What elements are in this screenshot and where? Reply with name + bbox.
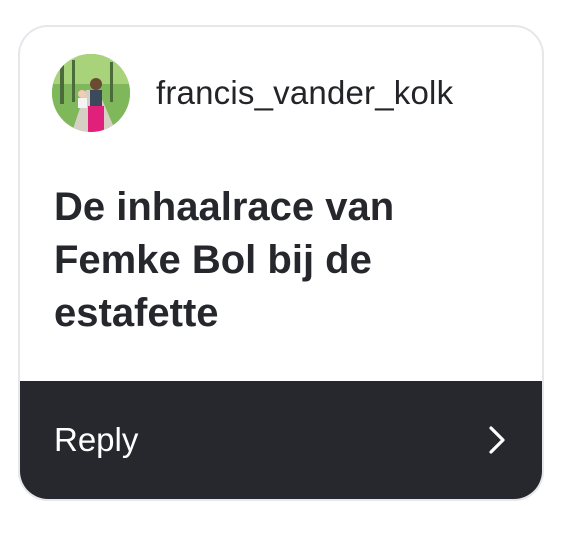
message-text: De inhaalrace van Femke Bol bij de estaf… — [54, 185, 395, 335]
reply-label: Reply — [54, 421, 139, 458]
card-header: francis_vander_kolk — [52, 53, 453, 133]
message-card: francis_vander_kolk De inhaalrace van Fe… — [18, 25, 544, 501]
avatar[interactable] — [52, 54, 130, 132]
username: francis_vander_kolk — [156, 74, 454, 111]
reply-button[interactable]: Reply — [20, 381, 542, 499]
chevron-right-icon — [489, 426, 505, 454]
